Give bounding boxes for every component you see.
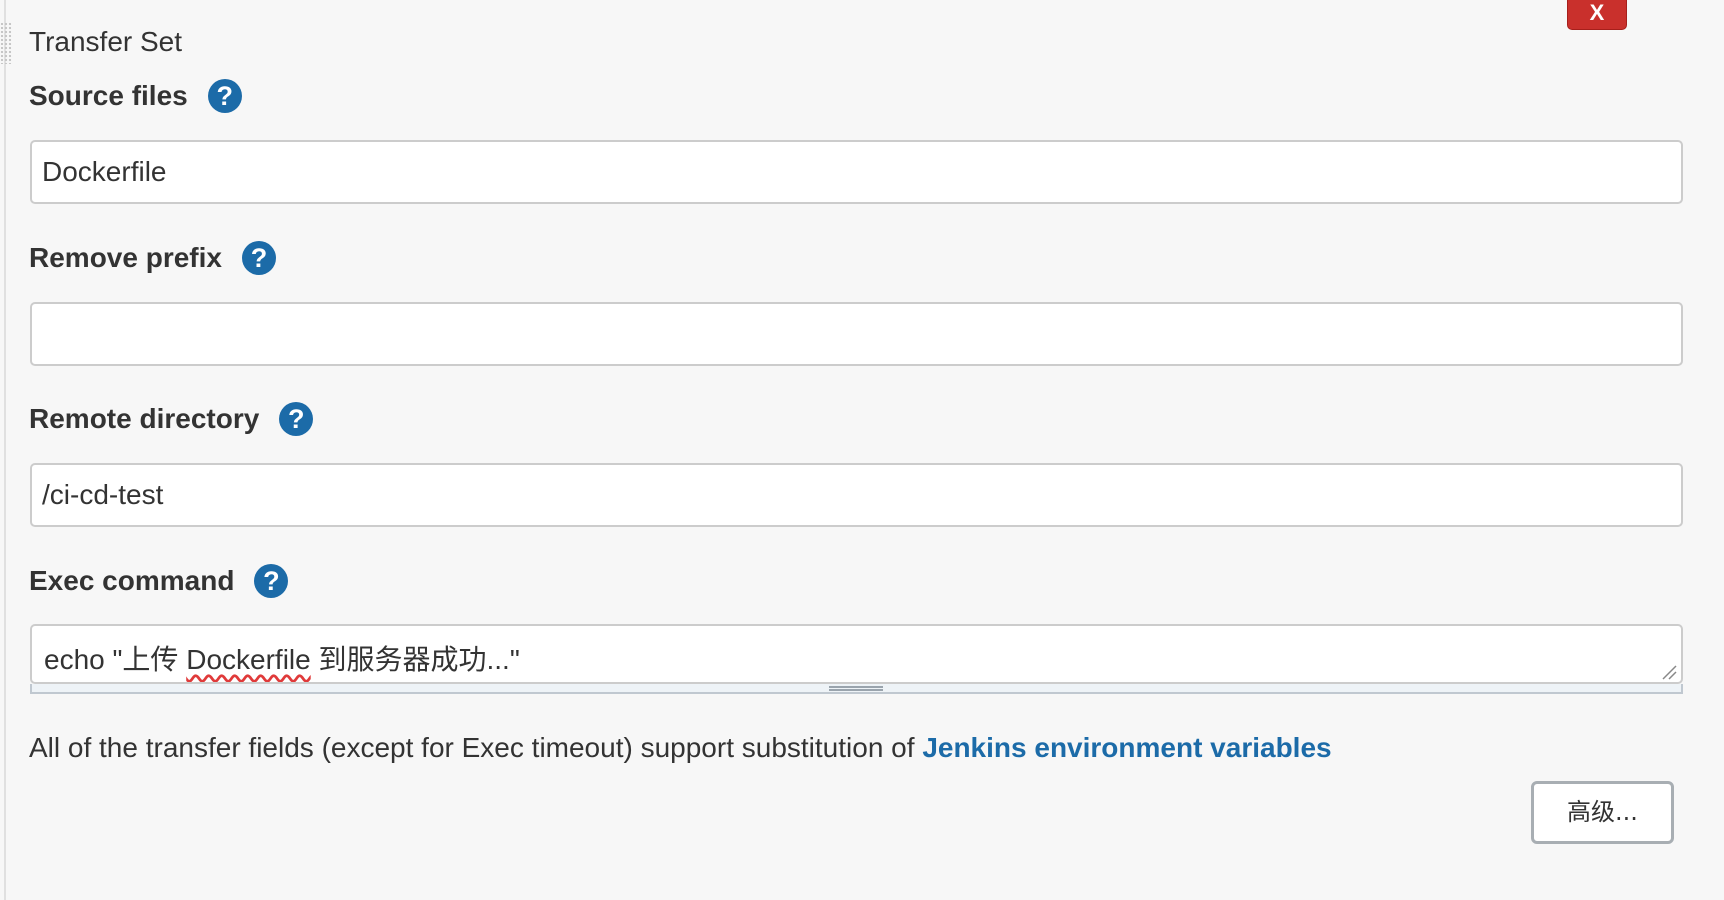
textarea-resize-bar[interactable] (30, 684, 1683, 694)
remote-directory-label-row: Remote directory ? (29, 399, 314, 439)
jenkins-env-vars-link[interactable]: Jenkins environment variables (922, 732, 1331, 763)
source-files-label: Source files (29, 80, 188, 111)
source-files-help-icon[interactable]: ? (207, 79, 242, 113)
exec-command-misspelled-word: Dockerfile (186, 644, 311, 675)
section-title: Transfer Set (29, 26, 183, 57)
exec-command-text-prefix: echo "上传 (44, 644, 187, 675)
exec-command-help-icon[interactable]: ? (254, 564, 289, 598)
resize-bar-grip-icon (829, 686, 883, 691)
remote-directory-label: Remote directory (29, 403, 260, 434)
source-files-input[interactable] (30, 140, 1683, 204)
advanced-button[interactable]: 高级... (1531, 781, 1674, 844)
delete-transfer-set-button[interactable]: X (1567, 0, 1627, 30)
exec-command-textarea[interactable]: echo "上传 Dockerfile 到服务器成功..." (30, 624, 1683, 684)
panel-left-border (4, 0, 6, 900)
transfer-set-panel: X Transfer Set Source files ? Remove pre… (0, 0, 1724, 900)
drag-handle-icon[interactable] (0, 22, 12, 64)
remove-prefix-label: Remove prefix (29, 242, 222, 273)
substitution-info-text: All of the transfer fields (except for E… (29, 732, 923, 763)
source-files-label-row: Source files ? (29, 76, 242, 116)
exec-command-textarea-wrap: echo "上传 Dockerfile 到服务器成功..." (30, 624, 1683, 696)
resize-grip-icon[interactable] (1661, 664, 1677, 680)
exec-command-text-suffix: 到服务器成功..." (310, 644, 520, 675)
remote-directory-help-icon[interactable]: ? (279, 402, 314, 436)
remove-prefix-help-icon[interactable]: ? (241, 241, 276, 275)
remove-prefix-input[interactable] (30, 302, 1683, 366)
exec-command-label: Exec command (29, 565, 235, 596)
exec-command-label-row: Exec command ? (29, 561, 289, 601)
remove-prefix-label-row: Remove prefix ? (29, 238, 276, 278)
substitution-info: All of the transfer fields (except for E… (29, 732, 1332, 764)
remote-directory-input[interactable] (30, 463, 1683, 527)
